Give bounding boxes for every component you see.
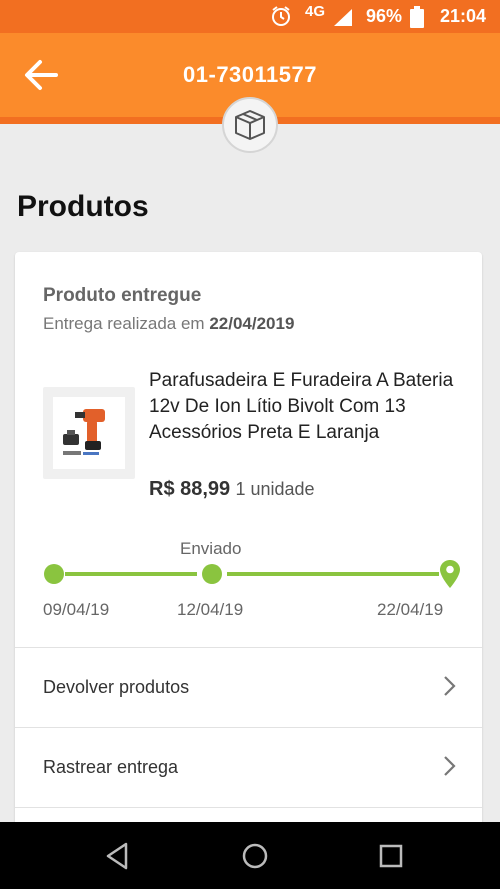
delivery-date: 22/04/2019 bbox=[209, 314, 295, 333]
battery-level: 96% bbox=[366, 6, 403, 26]
network-type: 4G bbox=[305, 3, 326, 20]
delivery-status-title: Produto entregue bbox=[43, 285, 202, 306]
location-pin-icon bbox=[439, 559, 461, 589]
section-title: Produtos bbox=[17, 190, 149, 223]
delivery-status-subtitle: Entrega realizada em 22/04/2019 bbox=[43, 314, 294, 334]
track-delivery-row[interactable]: Rastrear entrega bbox=[15, 727, 482, 807]
product-price: R$ 88,99 bbox=[149, 478, 231, 500]
product-name[interactable]: Parafusadeira E Furadeira A Bateria 12v … bbox=[149, 368, 459, 446]
timeline-segment-1 bbox=[65, 572, 197, 576]
timeline-middle-label: Enviado bbox=[180, 539, 242, 558]
chevron-right-icon bbox=[442, 674, 458, 698]
timeline-segment-2 bbox=[227, 572, 439, 576]
timeline-date-middle: 12/04/19 bbox=[177, 600, 244, 619]
product-price-line: R$ 88,99 1 unidade bbox=[149, 478, 315, 501]
nav-back-icon[interactable] bbox=[100, 838, 136, 874]
chevron-right-icon bbox=[442, 754, 458, 778]
product-card: Produto entregue Entrega realizada em 22… bbox=[15, 252, 482, 832]
product-image bbox=[53, 397, 125, 469]
nav-home-icon[interactable] bbox=[237, 838, 273, 874]
alarm-icon bbox=[270, 5, 292, 32]
timeline-dot-middle bbox=[202, 564, 222, 584]
delivery-status-prefix: Entrega realizada em bbox=[43, 314, 205, 333]
signal-icon bbox=[332, 7, 354, 32]
package-icon bbox=[222, 97, 278, 153]
order-number-title: 01-73011577 bbox=[183, 62, 317, 87]
return-products-row[interactable]: Devolver produtos bbox=[15, 647, 482, 727]
battery-icon bbox=[410, 6, 424, 33]
track-delivery-label: Rastrear entrega bbox=[43, 757, 179, 777]
timeline-date-end: 22/04/19 bbox=[377, 600, 444, 619]
timeline-date-start: 09/04/19 bbox=[43, 600, 110, 619]
status-bar: 4G 96% 21:04 bbox=[0, 0, 500, 33]
timeline-dot-start bbox=[44, 564, 64, 584]
nav-recents-icon[interactable] bbox=[373, 838, 409, 874]
return-products-label: Devolver produtos bbox=[43, 677, 190, 697]
product-thumbnail[interactable] bbox=[43, 387, 135, 479]
product-quantity: 1 unidade bbox=[235, 479, 315, 499]
clock-time: 21:04 bbox=[440, 6, 487, 26]
system-navigation-bar bbox=[0, 822, 500, 889]
